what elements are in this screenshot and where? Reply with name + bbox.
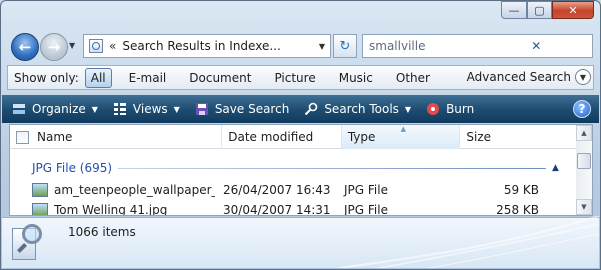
sort-ascending-icon: ▲ bbox=[400, 125, 406, 133]
filter-document[interactable]: Document bbox=[183, 69, 257, 87]
vertical-scrollbar[interactable]: ▲ ▼ bbox=[576, 125, 592, 215]
advanced-search-button[interactable]: Advanced Search bbox=[467, 70, 571, 84]
scroll-down-button[interactable]: ▼ bbox=[576, 199, 592, 215]
table-row[interactable]: am_teenpeople_wallpaper_10... 26/04/2007… bbox=[10, 179, 576, 200]
views-icon bbox=[113, 103, 126, 115]
file-name-cell: am_teenpeople_wallpaper_10... bbox=[10, 182, 215, 197]
file-size: 258 KB bbox=[496, 202, 539, 216]
clear-search-icon[interactable]: ✕ bbox=[481, 39, 593, 53]
navigation-bar: ← → ▼ « Search Results in Indexe... ▼ ↻ … bbox=[9, 29, 593, 63]
scroll-thumb[interactable] bbox=[577, 153, 591, 169]
address-bar[interactable]: « Search Results in Indexe... ▼ bbox=[83, 34, 331, 58]
filter-other[interactable]: Other bbox=[390, 69, 436, 87]
group-label: JPG File (695) bbox=[32, 161, 113, 175]
search-tools-icon bbox=[305, 102, 318, 116]
file-list: Name Date modified ▲ Type Size JPG File … bbox=[9, 124, 593, 216]
save-icon bbox=[195, 103, 208, 115]
file-date: 30/04/2007 14:31 bbox=[223, 202, 331, 216]
save-search-label: Save Search bbox=[214, 102, 290, 116]
item-count: 1066 items bbox=[68, 225, 136, 239]
file-name: Tom Welling 41.jpg bbox=[54, 202, 168, 216]
search-results-icon bbox=[12, 224, 46, 262]
collapse-group-icon[interactable]: ▲ bbox=[552, 163, 576, 173]
burn-label: Burn bbox=[446, 102, 475, 116]
search-folder-icon bbox=[89, 39, 103, 53]
file-type: JPG File bbox=[344, 182, 388, 197]
address-text: Search Results in Indexe... bbox=[122, 39, 281, 53]
jpg-file-icon bbox=[32, 182, 48, 197]
search-tools-button[interactable]: Search Tools ▼ bbox=[304, 102, 411, 116]
search-filter-bar: Show only: All E-mail Document Picture M… bbox=[7, 65, 594, 90]
search-query: smallville bbox=[369, 39, 426, 53]
breadcrumb-chevron-icon[interactable]: « bbox=[109, 39, 116, 53]
address-dropdown-icon[interactable]: ▼ bbox=[314, 35, 330, 57]
search-input[interactable]: smallville ✕ bbox=[362, 34, 593, 58]
explorer-window: — ▢ ✕ ← → ▼ « Search Results in Indexe..… bbox=[0, 0, 601, 270]
column-header-row: Name Date modified ▲ Type Size bbox=[10, 125, 576, 149]
column-name[interactable]: Name bbox=[10, 125, 223, 149]
refresh-button[interactable]: ↻ bbox=[333, 34, 357, 58]
help-icon[interactable]: ? bbox=[573, 100, 591, 118]
filter-email[interactable]: E-mail bbox=[123, 69, 173, 87]
organize-icon bbox=[13, 104, 25, 114]
search-tools-label: Search Tools bbox=[324, 102, 399, 116]
column-type-label: Type bbox=[347, 130, 376, 144]
filter-picture[interactable]: Picture bbox=[268, 69, 321, 87]
back-button[interactable]: ← bbox=[11, 33, 39, 61]
jpg-file-icon bbox=[32, 202, 48, 215]
file-name: am_teenpeople_wallpaper_10... bbox=[54, 182, 215, 197]
column-date-modified[interactable]: Date modified bbox=[222, 125, 342, 149]
maximize-button[interactable]: ▢ bbox=[527, 1, 552, 19]
organize-dropdown-icon: ▼ bbox=[91, 104, 98, 114]
group-divider bbox=[118, 167, 546, 169]
group-header-jpg[interactable]: JPG File (695) ▲ bbox=[10, 158, 576, 178]
forward-button[interactable]: → bbox=[40, 33, 68, 61]
select-all-checkbox[interactable] bbox=[16, 130, 29, 144]
advanced-search-expand-icon[interactable]: ▼ bbox=[575, 69, 591, 85]
scroll-up-button[interactable]: ▲ bbox=[576, 125, 592, 141]
column-size-label: Size bbox=[466, 130, 492, 144]
table-row[interactable]: Tom Welling 41.jpg 30/04/2007 14:31 JPG … bbox=[10, 199, 576, 216]
column-date-modified-label: Date modified bbox=[228, 130, 314, 144]
column-name-label: Name bbox=[37, 130, 73, 144]
burn-disc-icon bbox=[427, 103, 440, 115]
organize-button[interactable]: Organize ▼ bbox=[12, 102, 98, 116]
filter-label: Show only: bbox=[14, 70, 79, 85]
close-button[interactable]: ✕ bbox=[552, 1, 594, 19]
save-search-button[interactable]: Save Search bbox=[195, 102, 290, 116]
filter-music[interactable]: Music bbox=[333, 69, 379, 87]
recent-pages-dropdown[interactable]: ▼ bbox=[69, 41, 75, 50]
minimize-button[interactable]: — bbox=[501, 1, 527, 19]
search-tools-dropdown-icon: ▼ bbox=[404, 104, 412, 114]
views-button[interactable]: Views ▼ bbox=[113, 102, 180, 116]
file-name-cell: Tom Welling 41.jpg bbox=[10, 202, 215, 216]
column-size[interactable]: Size bbox=[460, 125, 576, 149]
views-dropdown-icon: ▼ bbox=[173, 104, 180, 114]
command-bar: Organize ▼ Views ▼ Save Search Search To… bbox=[2, 95, 599, 123]
file-date: 26/04/2007 16:43 bbox=[223, 182, 331, 197]
file-type: JPG File bbox=[344, 202, 388, 216]
views-label: Views bbox=[132, 102, 168, 116]
column-type[interactable]: ▲ Type bbox=[341, 125, 461, 149]
details-pane: 1066 items bbox=[2, 216, 599, 268]
caption-buttons: — ▢ ✕ bbox=[501, 1, 594, 21]
burn-button[interactable]: Burn bbox=[426, 102, 474, 116]
file-size: 59 KB bbox=[503, 182, 539, 197]
filter-all[interactable]: All bbox=[84, 67, 112, 88]
decorative-swirl bbox=[339, 216, 599, 268]
organize-label: Organize bbox=[32, 102, 86, 116]
